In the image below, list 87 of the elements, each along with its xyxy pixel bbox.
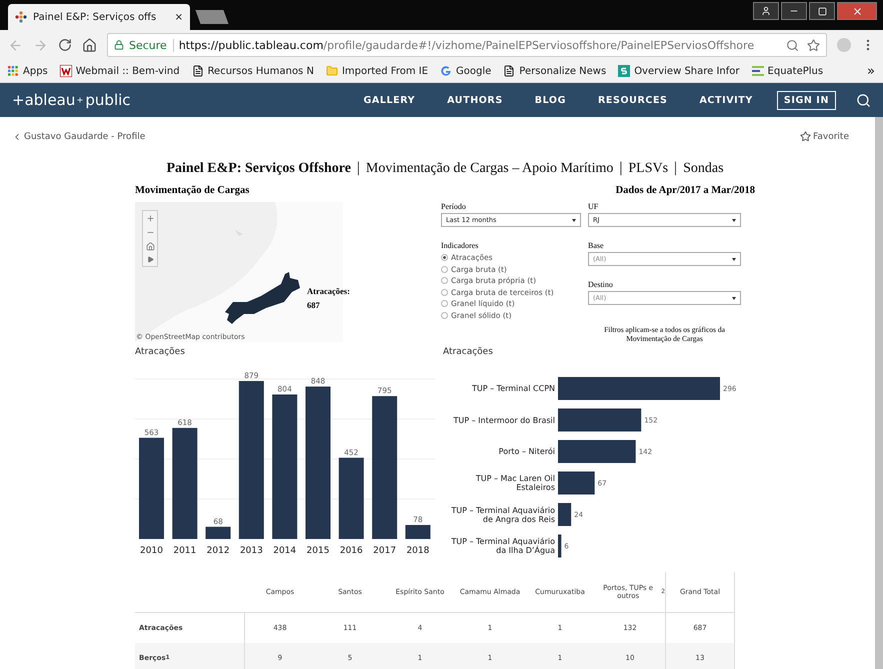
bookmark-link[interactable]: Recursos Humanos N [192, 65, 314, 77]
axis-label: Porto – Niterói [498, 446, 555, 458]
address-field[interactable]: Secure https://public.tableau.com/profile/gaudarde#!/vizhome/PainelEPServiosoffshore/PainelEPServiosOffshore [107, 33, 827, 57]
folder-icon [326, 65, 338, 77]
separator: | [356, 160, 360, 177]
axis-label: 2013 [240, 546, 263, 556]
bar[interactable] [206, 526, 231, 539]
filter-label: Indicadores [441, 241, 480, 250]
tab-title: Painel E&P: Serviços offs [33, 12, 158, 22]
bar[interactable] [405, 524, 430, 539]
tab-close-button[interactable]: × [174, 12, 183, 22]
star-icon [800, 131, 812, 142]
period-note: Dados de Apr/2017 a Mar/2018 [616, 185, 755, 196]
axis-label: 2016 [340, 546, 363, 556]
filter-label: UF [588, 202, 600, 211]
bar[interactable] [558, 503, 572, 526]
scrollbar[interactable] [875, 117, 883, 669]
lock-icon [114, 40, 124, 50]
bookmark-link[interactable]: Overview Share Infor [618, 65, 740, 77]
maximize-button[interactable] [809, 2, 835, 20]
dashboard-tab[interactable]: PLSVs [628, 160, 668, 176]
sign-in-button[interactable]: SIGN IN [776, 90, 836, 110]
home-icon[interactable] [146, 242, 154, 251]
zoom-icon[interactable] [786, 38, 799, 52]
nav-link[interactable]: AUTHORS [447, 94, 503, 106]
axis-label: TUP – Intermoor do Brasil [452, 414, 555, 427]
section-title: Movimentação de Cargas [135, 185, 250, 196]
dashboard-tab[interactable]: Sondas [683, 160, 724, 176]
play-icon[interactable] [146, 256, 154, 263]
bookmark-link[interactable]: Apps [8, 66, 48, 76]
bookmark-link[interactable]: Google [440, 65, 492, 77]
filter-label: Destino [588, 280, 614, 289]
dashboard-tab[interactable]: Movimentação de Cargas – Apoio Marítimo [366, 160, 614, 176]
maximize-icon [818, 6, 826, 16]
axis-label: TUP – Mac Laren Oil Estaleiros [474, 473, 555, 494]
nav-link[interactable]: BLOG [534, 94, 566, 106]
close-icon [852, 6, 862, 16]
chart-title: Atracações [443, 347, 494, 357]
axis-label: 2014 [273, 546, 296, 556]
bookmark-link[interactable]: EquatePlus [752, 66, 824, 76]
map-value: 687 [307, 300, 320, 310]
bars-icon [752, 66, 764, 76]
share-app-icon [618, 65, 630, 77]
bookmark-link[interactable]: Imported From IE [326, 65, 428, 77]
home-icon[interactable] [82, 38, 97, 52]
profile-button[interactable] [753, 2, 779, 20]
separator: | [619, 160, 622, 177]
bookmark-link[interactable]: Webmail :: Bem-vind [60, 65, 180, 77]
page-icon [192, 65, 204, 77]
webmail-icon [60, 65, 72, 77]
filter-label: Base [588, 241, 605, 250]
person-icon [761, 6, 771, 16]
nav-link[interactable]: ACTIVITY [699, 94, 753, 106]
tableau-logo-icon [15, 11, 27, 23]
nav-link[interactable]: GALLERY [364, 94, 416, 106]
zoom-in-icon[interactable] [146, 214, 154, 223]
axis-label: TUP – Terminal CCPN [471, 383, 555, 396]
axis-label: TUP – Terminal Aquaviário da Ilha D’Água [450, 536, 555, 558]
google-icon [440, 65, 452, 77]
bookmark-link[interactable]: Personalize News [503, 65, 606, 77]
map-label: Atracações: [307, 286, 350, 296]
bookmark-star-icon[interactable] [807, 38, 820, 52]
axis-label: 2015 [306, 546, 330, 556]
axis-label: 2011 [173, 546, 196, 556]
filter-label: Período [441, 202, 467, 211]
bar[interactable] [272, 394, 298, 539]
apps-grid-icon [8, 66, 19, 76]
more-bookmarks-button[interactable]: » [867, 64, 875, 78]
bar[interactable] [172, 428, 198, 539]
nav-link[interactable]: RESOURCES [598, 94, 668, 106]
profile-back-link[interactable]: Gustavo Gaudarde - Profile [12, 131, 146, 142]
close-button[interactable] [837, 2, 877, 20]
search-icon[interactable] [856, 92, 871, 108]
axis-label: 2012 [206, 546, 230, 556]
new-tab-button[interactable] [195, 10, 229, 24]
browser-tab[interactable]: Painel E&P: Serviços offs × [8, 4, 190, 30]
tableau-public-logo[interactable]: +ableau public [12, 91, 131, 109]
axis-label: 2017 [373, 546, 396, 556]
favorite-button[interactable]: Favorite [800, 131, 849, 142]
axis-label: TUP – Terminal Aquaviário de Angra dos Reis [450, 504, 555, 526]
separator: | [674, 160, 678, 177]
axis-label: 2018 [406, 546, 430, 556]
reload-icon[interactable] [58, 38, 72, 52]
chart-title: Atracações [135, 347, 186, 357]
dashboard-tab[interactable]: Painel E&P: Serviços Offshore [166, 160, 351, 176]
page-icon [503, 65, 516, 77]
axis-label: 2010 [140, 546, 163, 556]
